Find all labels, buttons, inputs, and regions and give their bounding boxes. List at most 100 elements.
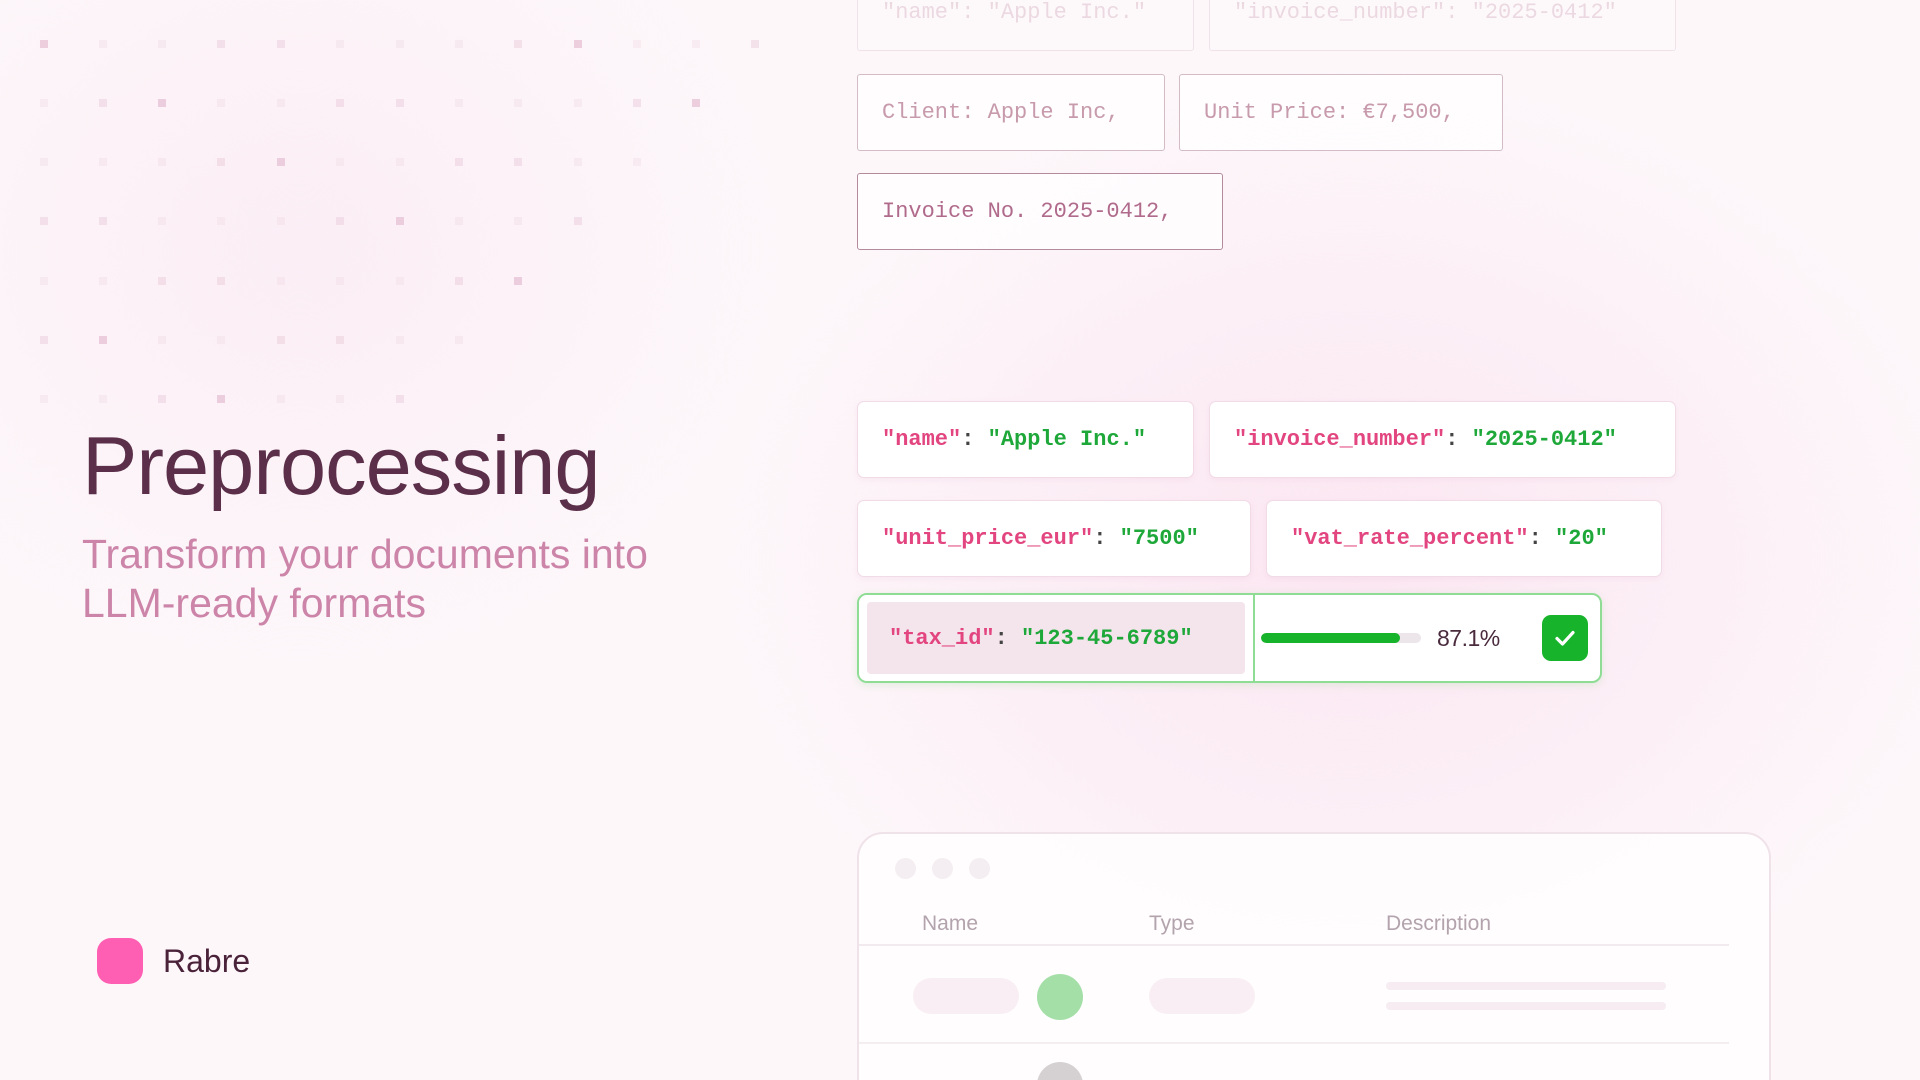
raw-token-text: Client: Apple Inc, xyxy=(882,100,1120,125)
grid-dot xyxy=(455,336,463,344)
grid-dot xyxy=(277,158,285,166)
grid-dot xyxy=(396,217,404,225)
grid-dot xyxy=(514,40,522,48)
grid-dot xyxy=(751,40,759,48)
grid-dot xyxy=(455,40,463,48)
grid-dot xyxy=(574,158,582,166)
grid-dot xyxy=(40,336,48,344)
window-controls xyxy=(895,858,990,879)
grid-dot xyxy=(99,217,107,225)
json-key: "name" xyxy=(882,427,962,452)
json-field: "vat_rate_percent": "20" xyxy=(1266,500,1662,577)
grid-dot xyxy=(217,395,225,403)
grid-dot xyxy=(396,336,404,344)
raw-token: Client: Apple Inc, xyxy=(857,74,1165,151)
grid-dot xyxy=(514,277,522,285)
raw-token-text: "invoice_number": "2025-0412" xyxy=(1234,0,1617,25)
raw-token: Unit Price: €7,500, xyxy=(1179,74,1503,151)
column-header-description: Description xyxy=(1386,912,1492,935)
json-field: "unit_price_eur": "7500" xyxy=(857,500,1251,577)
grid-dot xyxy=(574,99,582,107)
grid-dot xyxy=(336,99,344,107)
grid-dot xyxy=(158,336,166,344)
json-key: "vat_rate_percent" xyxy=(1291,526,1529,551)
json-field: "name": "Apple Inc." xyxy=(857,401,1194,478)
json-key: "unit_price_eur" xyxy=(882,526,1094,551)
brand-name: Rabre xyxy=(163,942,251,979)
grid-dot xyxy=(277,277,285,285)
grid-dot xyxy=(158,395,166,403)
window-dot-icon xyxy=(932,858,953,879)
validated-field-token: "tax_id": "123-45-6789" xyxy=(859,595,1255,681)
json-field: "invoice_number": "2025-0412" xyxy=(1209,401,1676,478)
json-value: "123-45-6789" xyxy=(1021,625,1193,651)
grid-dot xyxy=(99,395,107,403)
placeholder-line xyxy=(1386,982,1666,990)
grid-dot xyxy=(336,217,344,225)
raw-token: "name": "Apple Inc." xyxy=(857,0,1194,51)
page-title: Preprocessing xyxy=(82,419,601,512)
grid-dot xyxy=(455,217,463,225)
json-key: "tax_id" xyxy=(889,625,995,651)
page-subtitle: Transform your documents into LLM-ready … xyxy=(82,531,648,626)
grid-dot xyxy=(396,40,404,48)
grid-dot xyxy=(217,217,225,225)
placeholder-pill xyxy=(913,978,1019,1014)
grid-dot xyxy=(514,217,522,225)
grid-dot xyxy=(336,395,344,403)
grid-dot xyxy=(574,217,582,225)
grid-dot xyxy=(99,336,107,344)
check-icon xyxy=(1542,615,1588,661)
grid-dot xyxy=(277,40,285,48)
grid-dot xyxy=(158,158,166,166)
row-divider xyxy=(859,1042,1729,1044)
placeholder-pill xyxy=(1149,978,1255,1014)
column-header-type: Type xyxy=(1149,912,1195,935)
grid-dot xyxy=(455,99,463,107)
grid-dot xyxy=(217,277,225,285)
grid-dot xyxy=(40,40,48,48)
grid-dot xyxy=(158,217,166,225)
window-dot-icon xyxy=(895,858,916,879)
grid-dot xyxy=(99,40,107,48)
confidence-bar-fill xyxy=(1261,633,1401,643)
status-dot-icon xyxy=(1037,974,1083,1020)
json-key: "invoice_number" xyxy=(1234,427,1446,452)
grid-dot xyxy=(633,40,641,48)
raw-token-active: Invoice No. 2025-0412, xyxy=(857,173,1223,250)
grid-dot xyxy=(514,99,522,107)
column-header-name: Name xyxy=(922,912,979,935)
grid-dot xyxy=(396,99,404,107)
raw-token-text: Unit Price: €7,500, xyxy=(1204,100,1455,125)
confidence-value: 87.1% xyxy=(1437,624,1500,651)
grid-dot xyxy=(455,277,463,285)
grid-dot xyxy=(158,99,166,107)
grid-dot xyxy=(336,40,344,48)
window-dot-icon xyxy=(969,858,990,879)
grid-dot xyxy=(158,40,166,48)
grid-dot xyxy=(277,217,285,225)
placeholder-line xyxy=(1386,1002,1666,1010)
brand: Rabre xyxy=(97,938,250,984)
grid-dot xyxy=(217,336,225,344)
grid-dot xyxy=(692,40,700,48)
grid-dot xyxy=(40,395,48,403)
raw-token-text: Invoice No. 2025-0412, xyxy=(882,199,1173,224)
grid-dot xyxy=(277,99,285,107)
grid-dot xyxy=(396,395,404,403)
grid-dot xyxy=(514,158,522,166)
json-value: "Apple Inc." xyxy=(987,427,1147,452)
raw-token-text: "name": "Apple Inc." xyxy=(882,0,1147,25)
json-value: "7500" xyxy=(1119,526,1199,551)
json-value: "2025-0412" xyxy=(1471,427,1617,452)
grid-dot xyxy=(40,158,48,166)
grid-dot xyxy=(633,158,641,166)
grid-dot xyxy=(217,40,225,48)
grid-dot xyxy=(277,395,285,403)
brand-logo-icon xyxy=(97,938,143,984)
grid-dot xyxy=(633,99,641,107)
table-header: Name Type Description xyxy=(859,900,1729,946)
json-value: "20" xyxy=(1555,526,1608,551)
raw-token: "invoice_number": "2025-0412" xyxy=(1209,0,1676,51)
grid-dot xyxy=(158,277,166,285)
